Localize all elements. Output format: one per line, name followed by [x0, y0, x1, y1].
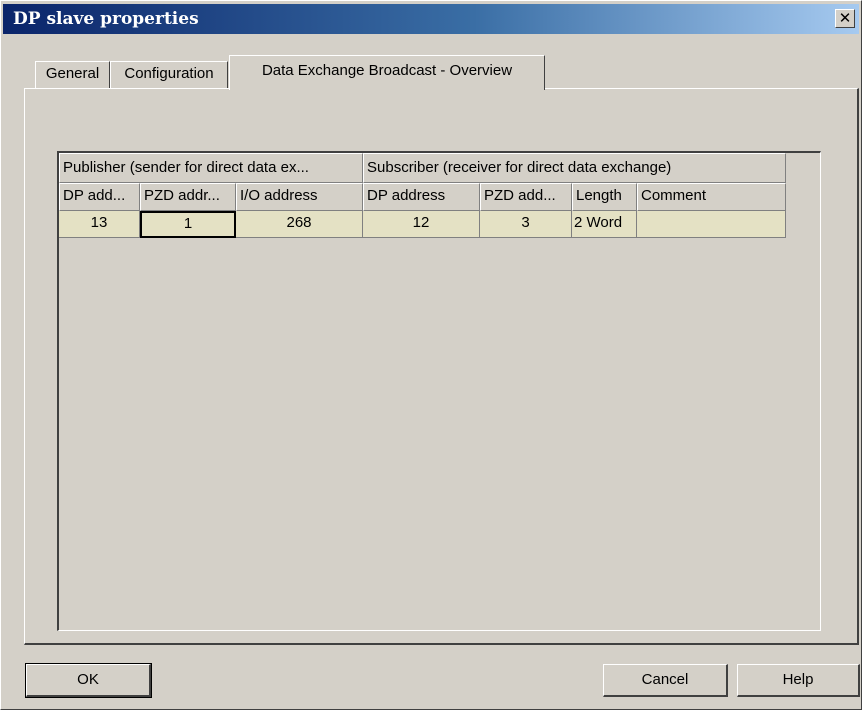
column-header-subscriber-pzd-address[interactable]: PZD add...	[480, 183, 572, 211]
tab-general-label: General	[45, 65, 100, 82]
tab-general[interactable]: General	[35, 61, 110, 88]
column-header-label: I/O address	[240, 187, 318, 204]
tab-configuration-label: Configuration	[124, 65, 214, 82]
help-button-label: Help	[782, 671, 814, 688]
column-header-label: Length	[576, 187, 622, 204]
tab-data-exchange-label: Data Exchange Broadcast - Overview	[261, 62, 513, 79]
column-header-subscriber-dp-address[interactable]: DP address	[363, 183, 480, 211]
tab-strip: General Configuration Data Exchange Broa…	[26, 55, 826, 90]
column-header-label: PZD addr...	[144, 187, 220, 204]
subscriber-group-header-label: Subscriber (receiver for direct data exc…	[367, 159, 672, 176]
ok-button-label: OK	[77, 671, 99, 688]
cell-length[interactable]: 2 Word	[572, 211, 637, 238]
cell-subscriber-pzd-address[interactable]: 3	[480, 211, 572, 238]
cell-publisher-pzd-address[interactable]: 1	[140, 211, 236, 238]
dp-slave-properties-dialog: DP slave properties ✕ General Configurat…	[0, 0, 862, 710]
cell-subscriber-dp-address[interactable]: 12	[363, 211, 480, 238]
tab-configuration[interactable]: Configuration	[110, 61, 228, 88]
cell-publisher-io-address[interactable]: 268	[236, 211, 363, 238]
title-bar[interactable]: DP slave properties ✕	[3, 4, 859, 34]
column-header-label: DP address	[367, 187, 446, 204]
cancel-button-label: Cancel	[641, 671, 689, 688]
tab-data-exchange-broadcast-overview[interactable]: Data Exchange Broadcast - Overview	[229, 55, 545, 90]
column-header-io-address[interactable]: I/O address	[236, 183, 363, 211]
column-header-length[interactable]: Length	[572, 183, 637, 211]
column-header-label: Comment	[641, 187, 707, 204]
column-header-pzd-address[interactable]: PZD addr...	[140, 183, 236, 211]
publisher-group-header-label: Publisher (sender for direct data ex...	[63, 159, 309, 176]
ok-button[interactable]: OK	[25, 663, 152, 698]
column-header-comment[interactable]: Comment	[637, 183, 786, 211]
column-header-dp-address[interactable]: DP add...	[59, 183, 140, 211]
publisher-group-header[interactable]: Publisher (sender for direct data ex...	[59, 153, 363, 183]
window-title: DP slave properties	[13, 9, 199, 29]
help-button[interactable]: Help	[737, 664, 860, 697]
cancel-button[interactable]: Cancel	[603, 664, 728, 697]
cell-publisher-dp-address[interactable]: 13	[59, 211, 140, 238]
close-icon: ✕	[838, 10, 852, 27]
close-button[interactable]: ✕	[835, 9, 855, 28]
column-header-label: DP add...	[63, 187, 126, 204]
subscriber-group-header[interactable]: Subscriber (receiver for direct data exc…	[363, 153, 786, 183]
data-exchange-grid[interactable]: Publisher (sender for direct data ex... …	[57, 151, 821, 631]
column-header-label: PZD add...	[484, 187, 556, 204]
cell-comment[interactable]	[637, 211, 786, 238]
